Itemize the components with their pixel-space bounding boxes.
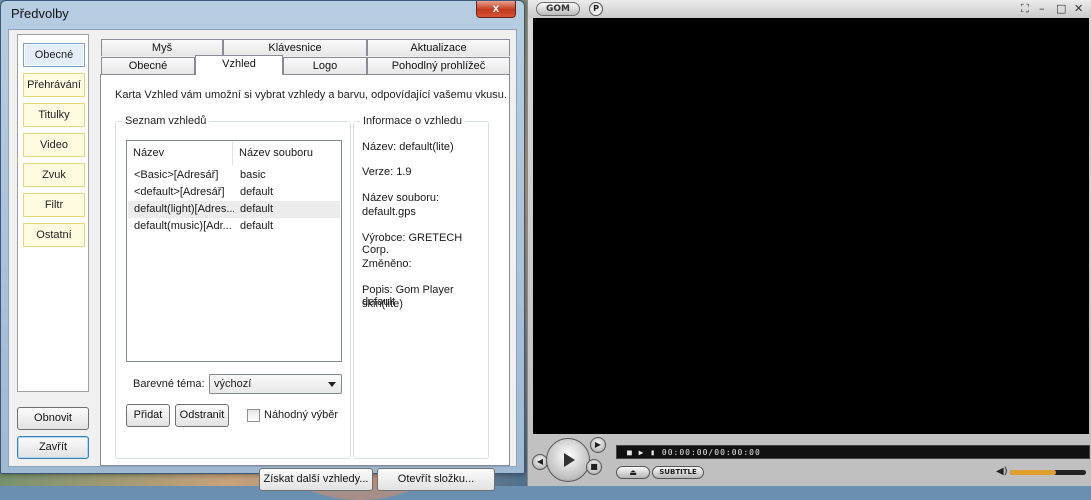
minimize-icon[interactable]: – [1039, 2, 1045, 15]
list-item-selected[interactable]: default(light)[Adres... default [128, 201, 340, 218]
seek-bar[interactable]: ■ ▶ ▮ 00:00:00/00:00:00 [616, 445, 1090, 459]
random-select-checkbox[interactable] [247, 409, 260, 422]
list-item[interactable]: <default>[Adresář] default [128, 184, 340, 201]
remove-skin-button[interactable]: Odstranit [175, 404, 229, 427]
skin-file: default [240, 186, 274, 198]
skin-info-file-value: default.gps [362, 206, 416, 218]
maximize-icon[interactable]: □ [1056, 2, 1066, 15]
list-item[interactable]: default(music)[Adr... default [128, 218, 340, 235]
category-sidebar: Obecné Přehrávání Titulky Video Zvuk Fil… [17, 34, 89, 392]
close-button[interactable]: Zavřít [17, 436, 89, 459]
skin-info-group: Informace o vzhledu Název: default(lite)… [353, 115, 489, 459]
dialog-client: Obecné Přehrávání Titulky Video Zvuk Fil… [8, 29, 517, 491]
tab-logo[interactable]: Logo [283, 57, 367, 74]
appearance-tab-panel: Karta Vzhled vám umožní si vybrat vzhled… [100, 74, 510, 491]
player-titlebar: GOM P ⛶ – □ ✕ [528, 0, 1091, 18]
eject-button[interactable]: ⏏ [616, 466, 650, 479]
stop-icon[interactable]: ■ [586, 459, 602, 475]
skin-file: default [240, 203, 274, 215]
column-header-name[interactable]: Název [127, 141, 233, 165]
dialog-close-button[interactable]: x [476, 1, 516, 18]
player-controls: ◀ ▶ ■ ■ ▶ ▮ 00:00:00/00:00:00 ⏏ SUBTITLE… [528, 434, 1091, 486]
next-icon[interactable]: ▶ [590, 437, 606, 453]
color-theme-value: výchozí [214, 378, 252, 390]
skin-list-group-title: Seznam vzhledů [122, 115, 210, 127]
play-icon [564, 453, 575, 467]
reset-button[interactable]: Obnovit [17, 407, 89, 430]
skin-info-title: Informace o vzhledu [360, 115, 466, 127]
fullscreen-icon[interactable]: ⛶ [1021, 2, 1029, 16]
random-select-label: Náhodný výběr [264, 409, 338, 421]
close-icon[interactable]: ✕ [1074, 2, 1083, 15]
sidebar-item-other[interactable]: Ostatní [23, 223, 85, 247]
sidebar-item-filter[interactable]: Filtr [23, 193, 85, 217]
list-item[interactable]: <Basic>[Adresář] basic [128, 167, 340, 184]
gom-player-window: GOM P ⛶ – □ ✕ ◀ ▶ ■ ■ ▶ ▮ 00:00:00/00:00… [527, 0, 1091, 486]
skin-info-file-label: Název souboru: [362, 192, 440, 204]
preferences-dialog: Předvolby x Obecné Přehrávání Titulky Vi… [0, 0, 525, 491]
skin-info-maker: Výrobce: GRETECH Corp. [362, 232, 463, 256]
tab-update[interactable]: Aktualizace [367, 39, 510, 56]
color-theme-select[interactable]: výchozí [209, 374, 342, 394]
tab-description: Karta Vzhled vám umožní si vybrat vzhled… [115, 89, 507, 101]
time-display: ■ ▶ ▮ 00:00:00/00:00:00 [627, 448, 761, 457]
tab-keyboard[interactable]: Klávesnice [223, 39, 367, 56]
subtitle-button[interactable]: SUBTITLE [652, 466, 704, 479]
play-button[interactable] [546, 438, 590, 482]
add-skin-button[interactable]: Přidat [126, 404, 170, 427]
skin-info-name: Název: default(lite) [362, 141, 454, 153]
dialog-title: Předvolby [11, 6, 69, 21]
volume-icon[interactable]: ◀) [996, 466, 1008, 477]
sidebar-item-video[interactable]: Video [23, 133, 85, 157]
chevron-down-icon [328, 382, 336, 387]
list-header: Název Název souboru [127, 141, 341, 165]
open-folder-button[interactable]: Otevřít složku... [377, 468, 495, 491]
volume-slider[interactable] [1010, 470, 1086, 475]
column-header-file[interactable]: Název souboru [233, 141, 341, 165]
skin-info-modified: Změněno: [362, 258, 412, 270]
tab-appearance[interactable]: Vzhled [195, 55, 283, 75]
sidebar-item-playback[interactable]: Přehrávání [23, 73, 85, 97]
sidebar-item-audio[interactable]: Zvuk [23, 163, 85, 187]
skin-info-desc-2: skin(lite) [362, 298, 403, 310]
skin-name: default(music)[Adr... [134, 220, 232, 232]
tab-comfortable-viewer[interactable]: Pohodlný prohlížeč [367, 57, 510, 74]
get-more-skins-button[interactable]: Získat další vzhledy... [259, 468, 373, 491]
tab-mouse[interactable]: Myš [101, 39, 223, 56]
skin-list-group: Seznam vzhledů Název Název souboru <Basi… [115, 115, 351, 459]
volume-level [1010, 470, 1056, 475]
tab-general[interactable]: Obecné [101, 57, 195, 74]
skin-list[interactable]: Název Název souboru <Basic>[Adresář] bas… [126, 140, 342, 362]
preferences-p-button[interactable]: P [589, 2, 603, 16]
sidebar-item-general[interactable]: Obecné [23, 43, 85, 67]
gom-logo-button[interactable]: GOM [536, 2, 580, 16]
skin-info-version: Verze: 1.9 [362, 166, 412, 178]
skin-name: default(light)[Adres... [134, 203, 234, 215]
video-area[interactable] [533, 18, 1089, 434]
skin-file: basic [240, 169, 266, 181]
sidebar-item-subtitles[interactable]: Titulky [23, 103, 85, 127]
color-theme-label: Barevné téma: [133, 378, 205, 390]
skin-name: <Basic>[Adresář] [134, 169, 219, 181]
skin-name: <default>[Adresář] [134, 186, 225, 198]
skin-file: default [240, 220, 274, 232]
